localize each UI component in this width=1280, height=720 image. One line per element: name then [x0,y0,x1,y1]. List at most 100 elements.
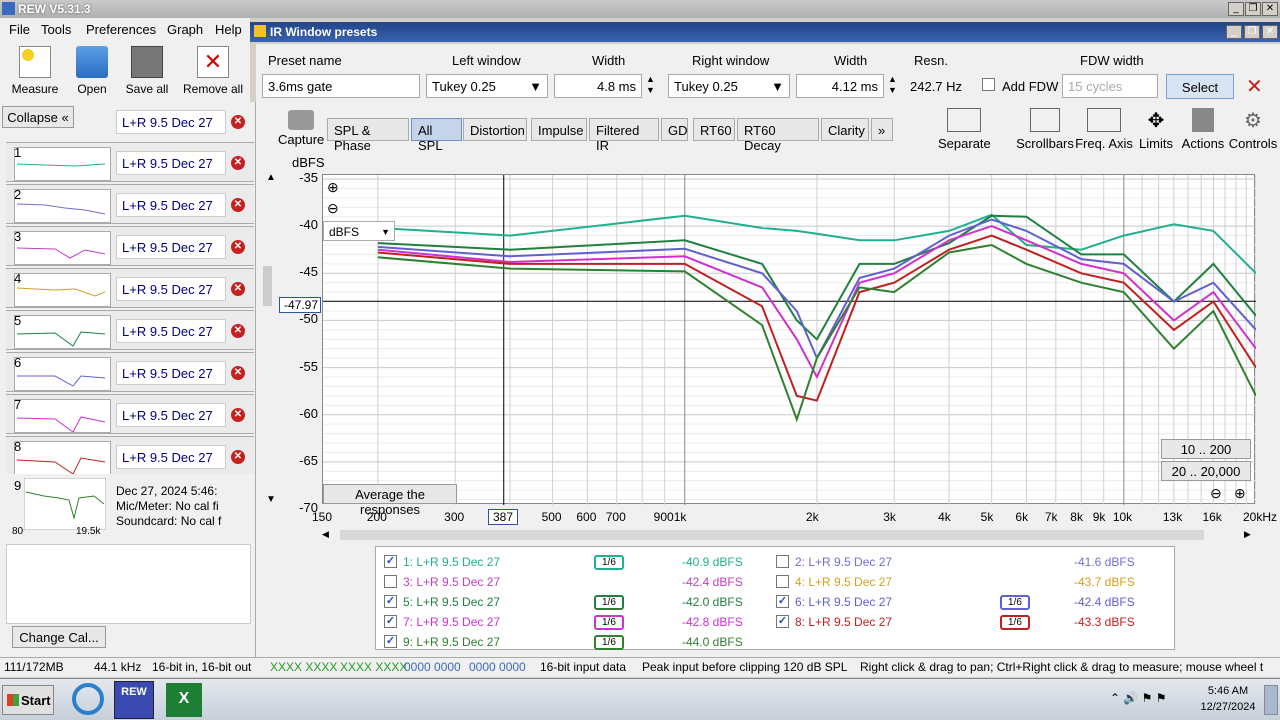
notes-area[interactable] [6,544,251,624]
measurement-item-1[interactable]: 1 L+R 9.5 Dec 27 ✕ [6,142,254,182]
measurement-label[interactable]: L+R 9.5 Dec 27 [116,361,226,385]
actions-button[interactable]: Actions [1180,108,1226,151]
ir-minimize-button[interactable]: _ [1226,25,1242,39]
measurement-item-2[interactable]: 2 L+R 9.5 Dec 27 ✕ [6,184,254,224]
measurement-label[interactable]: L+R 9.5 Dec 27 [116,277,226,301]
legend-checkbox[interactable]: ✓ [384,595,397,608]
measurement-item-9[interactable]: 9 80 19.5k Dec 27, 2024 5:46: Mic/Meter:… [6,474,254,546]
menu-tools[interactable]: Tools [41,22,71,37]
legend-checkbox[interactable] [776,555,789,568]
measurement-label[interactable]: L+R 9.5 Dec 27 [116,235,226,259]
tab-3[interactable]: Impulse [531,118,587,141]
measurement-label[interactable]: L+R 9.5 Dec 27 [116,193,226,217]
unit-select[interactable]: dBFS ▼ [323,221,395,241]
close-icon[interactable]: ✕ [1246,74,1263,99]
excel-icon[interactable]: X [166,683,202,717]
legend-checkbox[interactable]: ✓ [776,615,789,628]
remove-measurement-icon[interactable]: ✕ [231,408,245,422]
remove-measurement-icon[interactable]: ✕ [231,115,245,129]
right-width-input[interactable]: 4.12 ms [796,74,884,98]
preset-name-input[interactable]: 3.6ms gate [262,74,420,98]
menu-help[interactable]: Help [215,22,242,37]
scroll-right-icon[interactable]: ▶ [1244,529,1251,540]
measurement-label[interactable]: L+R 9.5 Dec 27 [116,403,226,427]
zoom-out-icon[interactable]: ⊖ [327,200,339,217]
scroll-left-icon[interactable]: ◀ [322,529,329,540]
tab-7[interactable]: RT60 Decay [737,118,819,153]
remove-all-button[interactable]: ✕ Remove all [180,46,246,96]
zoom-in-icon[interactable]: ⊕ [327,179,339,196]
legend-checkbox[interactable]: ✓ [384,635,397,648]
tab-2[interactable]: Distortion [463,118,527,141]
rew-taskbar-button[interactable]: REW [114,681,154,719]
measurement-label[interactable]: L+R 9.5 Dec 27 [116,319,226,343]
left-window-select[interactable]: Tukey 0.25 ▼ [426,74,548,98]
measurement-item-top[interactable]: L+R 9.5 Dec 27 ✕ [6,106,254,138]
change-cal-button[interactable]: Change Cal... [12,626,106,648]
capture-button[interactable]: Capture [278,110,324,147]
legend-checkbox[interactable]: ✓ [776,595,789,608]
remove-measurement-icon[interactable]: ✕ [231,282,245,296]
remove-measurement-icon[interactable]: ✕ [231,240,245,254]
range-10-200-button[interactable]: 10 .. 200 [1161,439,1251,459]
start-button[interactable]: Start [2,685,54,715]
ir-close-button[interactable]: ✕ [1262,25,1278,39]
tab-4[interactable]: Filtered IR [589,118,659,153]
measurement-item-7[interactable]: 7 L+R 9.5 Dec 27 ✕ [6,394,254,434]
ir-maximize-button[interactable]: ❐ [1244,25,1260,39]
zoom-out-x-icon[interactable]: ⊖ [1210,485,1222,502]
x-scrollbar[interactable] [340,530,1204,540]
legend-checkbox[interactable] [776,575,789,588]
tray-icons[interactable]: ⌃ 🔊 ⚑ ⚑ [1110,691,1167,705]
legend-checkbox[interactable]: ✓ [384,555,397,568]
maximize-button[interactable]: ❐ [1245,2,1261,16]
menu-preferences[interactable]: Preferences [86,22,156,37]
left-width-input[interactable]: 4.8 ms [554,74,642,98]
menu-graph[interactable]: Graph [167,22,203,37]
y-scrollbar[interactable] [263,266,272,306]
limits-button[interactable]: ✥ Limits [1136,108,1176,151]
tab-1[interactable]: All SPL [411,118,462,153]
measurement-label[interactable]: L+R 9.5 Dec 27 [116,110,226,134]
measurement-item-5[interactable]: 5 L+R 9.5 Dec 27 ✕ [6,310,254,350]
average-responses-button[interactable]: Average the responses [323,484,457,517]
remove-measurement-icon[interactable]: ✕ [231,156,245,170]
range-20-20000-button[interactable]: 20 .. 20,000 [1161,461,1251,481]
measurement-item-8[interactable]: 8 L+R 9.5 Dec 27 ✕ [6,436,254,476]
measurement-item-6[interactable]: 6 L+R 9.5 Dec 27 ✕ [6,352,254,392]
smoothing-badge[interactable]: 1/6 [1000,595,1030,610]
legend-checkbox[interactable] [384,575,397,588]
remove-measurement-icon[interactable]: ✕ [231,324,245,338]
spl-plot-area[interactable] [322,174,1257,510]
close-button[interactable]: ✕ [1262,2,1278,16]
smoothing-badge[interactable]: 1/6 [594,595,624,610]
tab-9[interactable]: » [871,118,893,141]
freq-axis-button[interactable]: Freq. Axis [1074,108,1134,151]
smoothing-badge[interactable]: 1/6 [594,615,624,630]
add-fdw-checkbox[interactable] [982,78,995,91]
measure-button[interactable]: Measure [10,46,60,96]
remove-measurement-icon[interactable]: ✕ [231,366,245,380]
minimize-button[interactable]: _ [1228,2,1244,16]
legend-checkbox[interactable]: ✓ [384,615,397,628]
smoothing-badge[interactable]: 1/6 [1000,615,1030,630]
scroll-down-icon[interactable]: ▼ [266,494,276,505]
left-width-stepper[interactable]: ▲ ▼ [646,74,655,96]
measurement-label[interactable]: L+R 9.5 Dec 27 [116,445,226,469]
remove-measurement-icon[interactable]: ✕ [231,450,245,464]
right-window-select[interactable]: Tukey 0.25 ▼ [668,74,790,98]
remove-measurement-icon[interactable]: ✕ [231,198,245,212]
spl-chart[interactable] [323,175,1257,510]
right-width-stepper[interactable]: ▲ ▼ [888,74,897,96]
menu-file[interactable]: File [9,22,30,37]
measurement-item-3[interactable]: 3 L+R 9.5 Dec 27 ✕ [6,226,254,266]
measurement-label[interactable]: L+R 9.5 Dec 27 [116,151,226,175]
smoothing-badge[interactable]: 1/6 [594,635,624,650]
show-desktop-button[interactable] [1264,685,1278,715]
fdw-width-input[interactable]: 15 cycles [1062,74,1158,98]
tab-5[interactable]: GD [661,118,688,141]
tab-6[interactable]: RT60 [693,118,735,141]
zoom-in-x-icon[interactable]: ⊕ [1234,485,1246,502]
scrollbars-button[interactable]: Scrollbars [1016,108,1074,151]
measurement-item-4[interactable]: 4 L+R 9.5 Dec 27 ✕ [6,268,254,308]
